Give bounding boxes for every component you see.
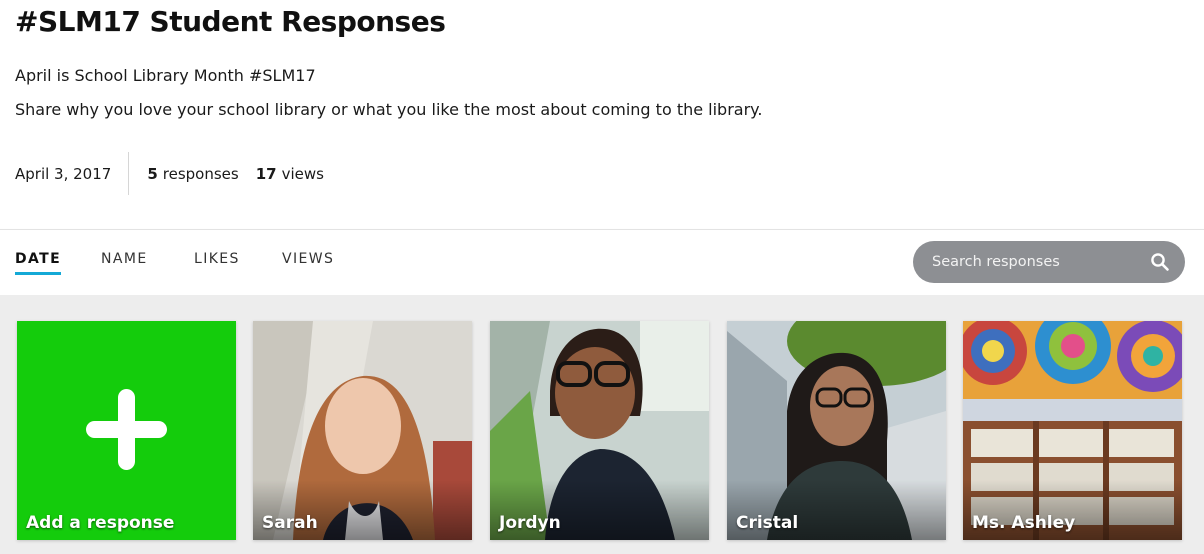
add-response-label: Add a response xyxy=(26,513,175,533)
response-author-name: Cristal xyxy=(736,513,799,533)
views-label: views xyxy=(281,164,324,183)
add-response-card[interactable]: Add a response xyxy=(17,321,236,540)
response-author-name: Ms. Ashley xyxy=(972,513,1076,533)
response-card[interactable]: Ms. Ashley xyxy=(963,321,1182,540)
search-icon[interactable] xyxy=(1150,252,1170,272)
responses-grid: Add a response Sarah Jordyn Cristal Ms. … xyxy=(0,295,1204,554)
responses-stat: 5 responses xyxy=(147,165,238,183)
tab-views[interactable]: VIEWS xyxy=(282,251,334,272)
response-card[interactable]: Sarah xyxy=(253,321,472,540)
tab-likes[interactable]: LIKES xyxy=(194,251,240,272)
topic-header: #SLM17 Student Responses April is School… xyxy=(0,0,1204,229)
topic-date: April 3, 2017 xyxy=(15,164,112,183)
topic-description-line1: April is School Library Month #SLM17 xyxy=(15,66,316,85)
search-input[interactable] xyxy=(932,254,1132,270)
tab-name[interactable]: NAME xyxy=(101,251,148,272)
response-author-name: Sarah xyxy=(262,513,318,533)
response-card[interactable]: Cristal xyxy=(727,321,946,540)
response-author-name: Jordyn xyxy=(499,513,561,533)
topic-description-line2: Share why you love your school library o… xyxy=(15,100,763,119)
topic-meta: April 3, 2017 5 responses 17 views xyxy=(15,152,341,195)
search-box xyxy=(913,241,1185,283)
tab-date[interactable]: DATE xyxy=(15,251,62,275)
views-stat: 17 views xyxy=(256,165,324,183)
responses-count: 5 xyxy=(147,164,158,183)
responses-label: responses xyxy=(162,164,239,183)
response-card[interactable]: Jordyn xyxy=(490,321,709,540)
sort-tabbar: DATE NAME LIKES VIEWS xyxy=(0,229,1204,295)
meta-divider xyxy=(128,152,130,195)
plus-icon xyxy=(86,389,167,470)
views-count: 17 xyxy=(255,164,277,183)
page-title: #SLM17 Student Responses xyxy=(15,5,446,38)
